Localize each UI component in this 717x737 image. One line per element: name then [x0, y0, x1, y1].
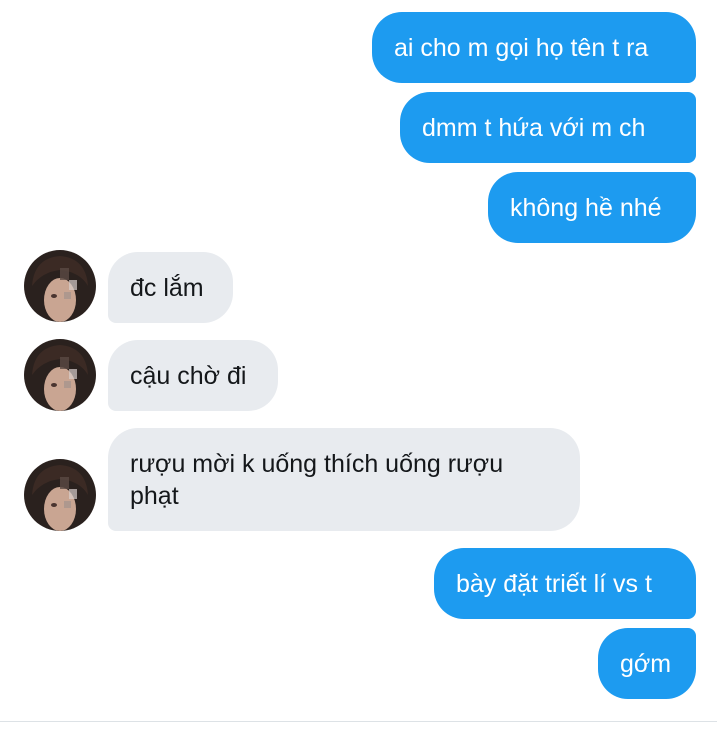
message-text: không hề nhé	[510, 193, 662, 222]
message-bubble-incoming[interactable]: đc lắm	[108, 252, 233, 323]
contact-avatar[interactable]	[24, 459, 96, 531]
message-bubble-outgoing[interactable]: bày đặt triết lí vs t	[434, 548, 696, 619]
message-text: gớm	[620, 649, 672, 678]
message-text: bày đặt triết lí vs t	[456, 569, 652, 598]
message-bubble-outgoing[interactable]: không hề nhé	[488, 172, 696, 243]
message-text: rượu mời k uống thích uống rượu phạt	[130, 450, 504, 510]
contact-avatar[interactable]	[24, 339, 96, 411]
avatar-image	[24, 339, 96, 411]
message-text: ai cho m gọi họ tên t ra	[394, 33, 649, 62]
avatar-image	[24, 250, 96, 322]
message-bubble-outgoing[interactable]: ai cho m gọi họ tên t ra	[372, 12, 696, 83]
message-text: đc lắm	[130, 273, 204, 302]
bottom-divider	[0, 721, 717, 722]
message-bubble-outgoing[interactable]: dmm t hứa với m ch	[400, 92, 696, 163]
message-text: dmm t hứa với m ch	[422, 113, 646, 142]
contact-avatar[interactable]	[24, 250, 96, 322]
message-bubble-outgoing[interactable]: gớm	[598, 628, 696, 699]
message-text: cậu chờ đi	[130, 361, 247, 390]
message-bubble-incoming[interactable]: rượu mời k uống thích uống rượu phạt	[108, 428, 580, 531]
avatar-image	[24, 459, 96, 531]
message-bubble-incoming[interactable]: cậu chờ đi	[108, 340, 278, 411]
